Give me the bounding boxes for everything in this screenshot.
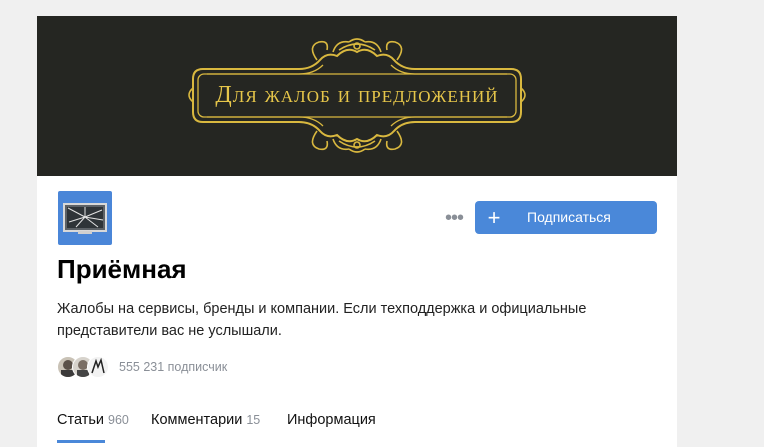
- broken-screen-avatar-icon: [63, 203, 107, 234]
- channel-banner: Для жалоб и предложений: [37, 16, 677, 176]
- plus-icon: +: [487, 205, 501, 230]
- tab-label: Информация: [287, 412, 376, 428]
- tab-info[interactable]: Информация: [287, 411, 376, 445]
- subscribe-label: Подписаться: [527, 209, 611, 225]
- banner-caption: Для жалоб и предложений: [215, 82, 499, 108]
- followers-count: 555 231 подписчик: [119, 360, 228, 374]
- channel-card: Для жалоб и предложений ••• + Подписатьс…: [37, 16, 677, 447]
- channel-title: Приёмная: [57, 254, 187, 284]
- tab-label: Статьи: [57, 412, 104, 428]
- tab-comments[interactable]: Комментарии 15: [151, 411, 260, 445]
- channel-tabs: Статьи 960 Комментарии 15 Информация: [57, 411, 657, 447]
- subscribe-button[interactable]: + Подписаться: [475, 201, 657, 234]
- follower-avatar: [87, 356, 109, 378]
- more-options-icon[interactable]: •••: [442, 208, 466, 228]
- tab-count: 15: [246, 413, 261, 427]
- channel-description: Жалобы на сервисы, бренды и компании. Ес…: [57, 301, 587, 339]
- tab-label: Комментарии: [151, 412, 243, 428]
- channel-avatar[interactable]: [58, 191, 112, 245]
- active-tab-indicator: [57, 440, 105, 443]
- tab-count: 960: [108, 413, 129, 427]
